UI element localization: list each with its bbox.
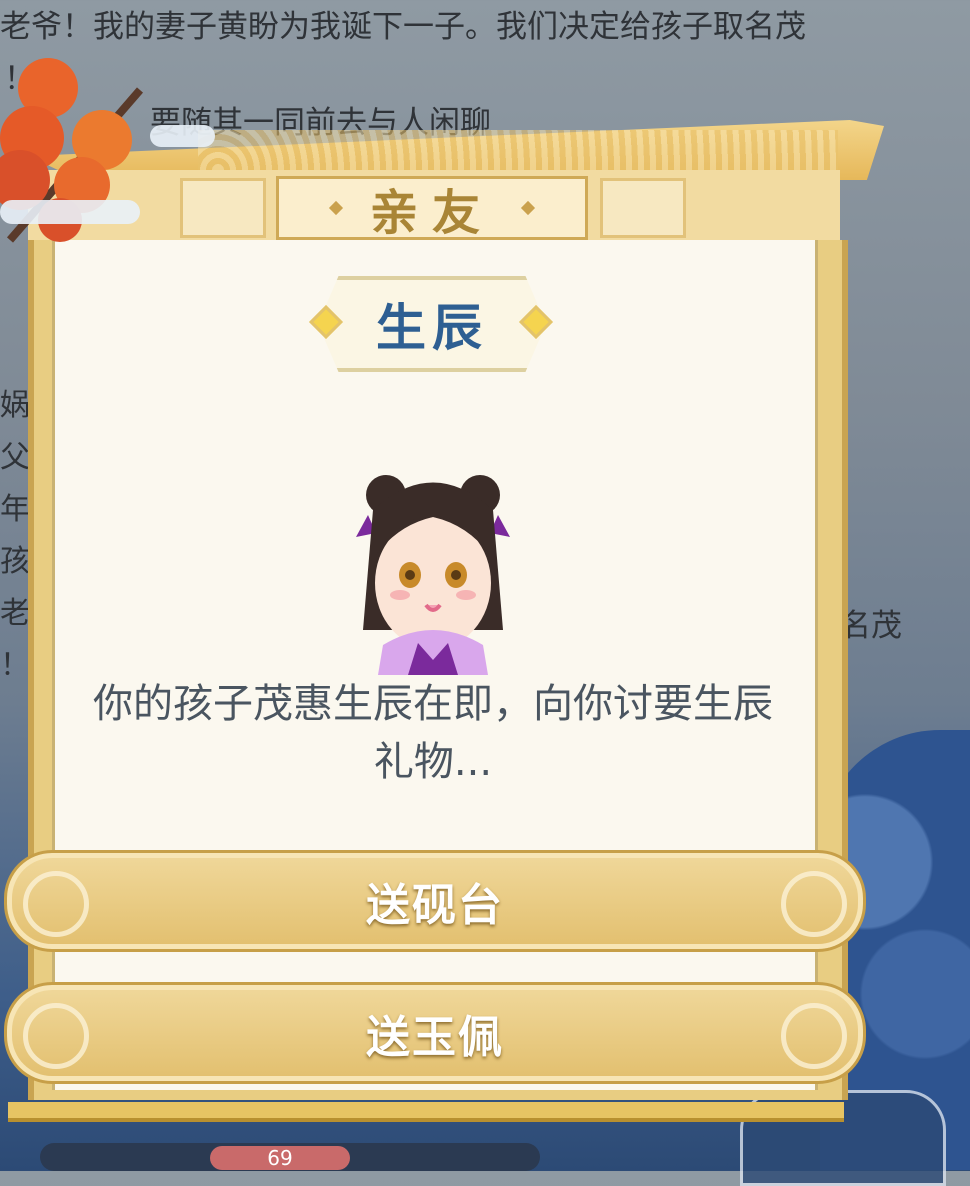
event-subtitle: 生辰 bbox=[376, 299, 488, 357]
log-fragment: 名茂 bbox=[840, 608, 902, 644]
header-ornament-left bbox=[180, 178, 266, 238]
choice-button-jade[interactable]: 送玉佩 bbox=[4, 982, 866, 1084]
log-fragment: 老 bbox=[0, 596, 30, 631]
status-value: 69 bbox=[210, 1146, 350, 1170]
header-dot bbox=[328, 200, 344, 216]
background-log-fragments: 娲 父 年 孩 老 ！ bbox=[0, 380, 30, 692]
log-fragment: 年 bbox=[0, 492, 30, 527]
event-dialog: 亲友 生辰 你的孩子茂惠生辰在即，向你讨要生辰礼物... bbox=[8, 120, 884, 1122]
dialog-bottom-rail bbox=[8, 1102, 844, 1122]
header-dot bbox=[520, 200, 536, 216]
subtitle-plaque: 生辰 bbox=[318, 276, 546, 372]
log-fragment: ！ bbox=[0, 648, 30, 683]
cloud-icon bbox=[0, 200, 140, 224]
log-fragment: 娲 bbox=[0, 388, 30, 423]
header-title-box: 亲友 bbox=[276, 176, 588, 241]
header-ornament-right bbox=[600, 178, 686, 238]
choice-label: 送砚台 bbox=[366, 880, 504, 931]
child-avatar-icon bbox=[356, 475, 510, 675]
dialog-title: 亲友 bbox=[369, 185, 494, 241]
log-fragment: 孩 bbox=[0, 544, 30, 579]
log-fragment: 父 bbox=[0, 440, 30, 475]
choice-button-inkstone[interactable]: 送砚台 bbox=[4, 850, 866, 952]
choice-label: 送玉佩 bbox=[366, 1012, 504, 1063]
event-message: 你的孩子茂惠生辰在即，向你讨要生辰礼物... bbox=[93, 681, 773, 785]
cloud-icon bbox=[150, 125, 215, 147]
